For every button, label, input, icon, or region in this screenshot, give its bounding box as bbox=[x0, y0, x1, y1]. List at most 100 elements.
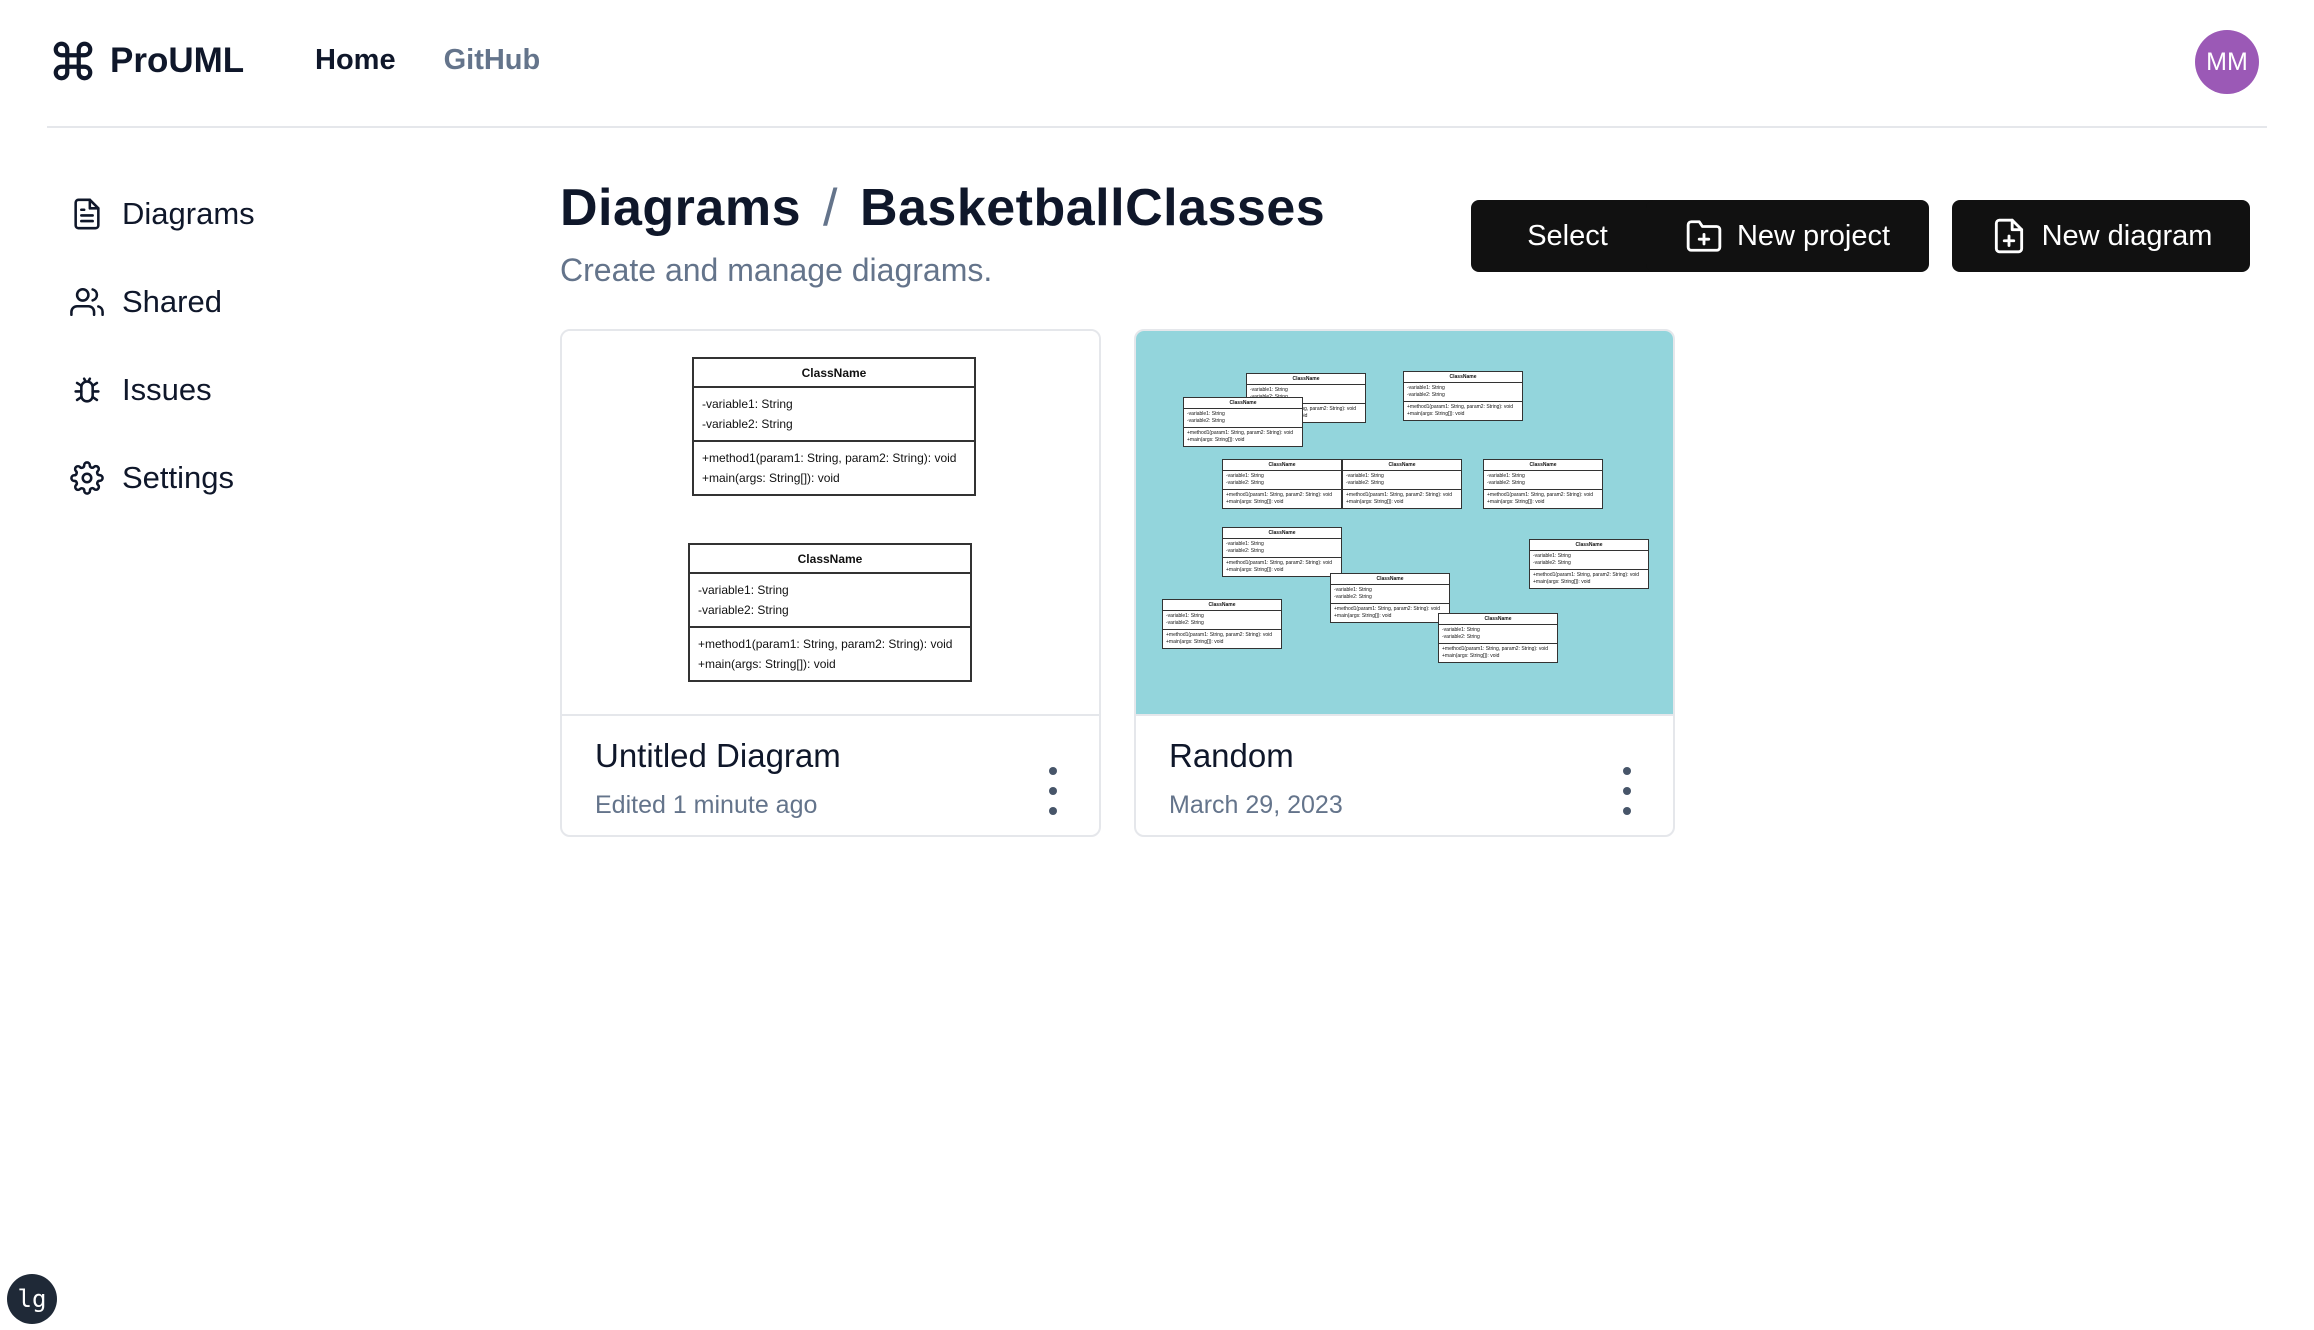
uml-class-name: ClassName bbox=[1184, 398, 1302, 409]
new-diagram-label: New diagram bbox=[2041, 219, 2213, 252]
uml-method: +main(args: String[]): void bbox=[1407, 411, 1465, 417]
new-project-button[interactable]: New project bbox=[1646, 200, 1929, 272]
uml-attributes: -variable1: String-variable2: String bbox=[1404, 383, 1522, 402]
uml-attributes: -variable1: String-variable2: String bbox=[1484, 471, 1602, 490]
uml-method: +method1(param1: String, param2: String)… bbox=[702, 451, 957, 465]
new-diagram-button[interactable]: New diagram bbox=[1952, 200, 2250, 272]
brand[interactable]: ProUML bbox=[50, 38, 244, 84]
page-subtitle: Create and manage diagrams. bbox=[560, 252, 993, 288]
uml-methods: +method1(param1: String, param2: String)… bbox=[1439, 644, 1557, 662]
uml-attribute: -variable1: String bbox=[1334, 587, 1372, 593]
sidebar-item-label: Shared bbox=[122, 284, 222, 319]
uml-class-box: ClassName -variable1: String-variable2: … bbox=[1403, 371, 1523, 421]
uml-method: +main(args: String[]): void bbox=[1442, 653, 1500, 659]
uml-attributes: -variable1: String-variable2: String bbox=[1223, 539, 1341, 558]
uml-attribute: -variable2: String bbox=[1166, 620, 1204, 626]
uml-attributes: -variable1: String-variable2: String bbox=[1184, 409, 1302, 428]
avatar[interactable]: MM bbox=[2195, 30, 2259, 94]
uml-class-box: ClassName -variable1: String-variable2: … bbox=[1222, 459, 1342, 509]
uml-method: +main(args: String[]): void bbox=[702, 471, 840, 485]
uml-class-name: ClassName bbox=[1247, 374, 1365, 385]
uml-class-box: ClassName -variable1: String-variable2: … bbox=[1183, 397, 1303, 447]
diagram-thumbnail: ClassName -variable1: String -variable2:… bbox=[562, 331, 1099, 716]
uml-method: +main(args: String[]): void bbox=[1166, 639, 1224, 645]
nav-home-link[interactable]: Home bbox=[315, 44, 396, 77]
uml-method: +method1(param1: String, param2: String)… bbox=[1487, 492, 1594, 498]
command-icon bbox=[53, 41, 93, 81]
uml-method: +method1(param1: String, param2: String)… bbox=[1334, 606, 1441, 612]
uml-attributes: -variable1: String-variable2: String bbox=[1439, 625, 1557, 644]
uml-attribute: -variable1: String bbox=[1487, 473, 1525, 479]
select-button[interactable]: Select bbox=[1471, 200, 1664, 272]
uml-attribute: -variable1: String bbox=[1407, 385, 1445, 391]
breadcrumb-root[interactable]: Diagrams bbox=[560, 178, 801, 238]
uml-class-name: ClassName bbox=[1484, 460, 1602, 471]
uml-methods: +method1(param1: String, param2: String)… bbox=[1484, 490, 1602, 508]
sidebar-item-diagrams[interactable]: Diagrams bbox=[70, 190, 430, 238]
uml-class-box: ClassName -variable1: String-variable2: … bbox=[1330, 573, 1450, 623]
sidebar-item-label: Settings bbox=[122, 460, 235, 495]
diagram-meta: Edited 1 minute ago bbox=[595, 791, 818, 819]
page-title: Diagrams / BasketballClasses bbox=[560, 178, 1325, 238]
uml-method: +method1(param1: String, param2: String)… bbox=[698, 637, 953, 651]
uml-class-box: ClassName -variable1: String-variable2: … bbox=[1529, 539, 1649, 589]
uml-attribute: -variable1: String bbox=[1346, 473, 1384, 479]
uml-attribute: -variable1: String bbox=[1442, 627, 1480, 633]
diagram-title[interactable]: Untitled Diagram bbox=[595, 737, 841, 775]
uml-method: +method1(param1: String, param2: String)… bbox=[1226, 492, 1333, 498]
uml-methods: +method1(param1: String, param2: String)… bbox=[1163, 630, 1281, 648]
sidebar-item-issues[interactable]: Issues bbox=[70, 366, 430, 414]
diagram-thumbnail: ClassName -variable1: String-variable2: … bbox=[1136, 331, 1673, 716]
uml-attribute: -variable1: String bbox=[1187, 411, 1225, 417]
file-plus-icon bbox=[1994, 218, 2023, 254]
sidebar-item-settings[interactable]: Settings bbox=[70, 454, 430, 502]
uml-methods: +method1(param1: String, param2: String)… bbox=[690, 628, 970, 680]
uml-class-box: ClassName -variable1: String-variable2: … bbox=[1222, 527, 1342, 577]
uml-methods: +method1(param1: String, param2: String)… bbox=[1223, 490, 1341, 508]
uml-method: +method1(param1: String, param2: String)… bbox=[1442, 646, 1549, 652]
uml-class-name: ClassName bbox=[1223, 528, 1341, 539]
uml-method: +main(args: String[]): void bbox=[1487, 499, 1545, 505]
uml-attribute: -variable1: String bbox=[1166, 613, 1204, 619]
uml-class-name: ClassName bbox=[1404, 372, 1522, 383]
uml-attribute: -variable1: String bbox=[1226, 473, 1264, 479]
uml-methods: +method1(param1: String, param2: String)… bbox=[1184, 428, 1302, 446]
sidebar-item-shared[interactable]: Shared bbox=[70, 278, 430, 326]
diagram-card[interactable]: ClassName -variable1: String-variable2: … bbox=[1134, 329, 1675, 837]
uml-methods: +method1(param1: String, param2: String)… bbox=[1331, 604, 1449, 622]
uml-attribute: -variable1: String bbox=[702, 397, 793, 411]
uml-attributes: -variable1: String -variable2: String bbox=[694, 388, 974, 442]
bug-icon bbox=[74, 377, 100, 403]
diagram-title[interactable]: Random bbox=[1169, 737, 1294, 775]
uml-class-name: ClassName bbox=[1223, 460, 1341, 471]
uml-method: +method1(param1: String, param2: String)… bbox=[1407, 404, 1514, 410]
more-options-icon[interactable] bbox=[1043, 767, 1063, 815]
uml-attributes: -variable1: String-variable2: String bbox=[1223, 471, 1341, 490]
uml-class-name: ClassName bbox=[694, 359, 974, 388]
diagram-meta: March 29, 2023 bbox=[1169, 791, 1343, 819]
uml-method: +main(args: String[]): void bbox=[1187, 437, 1245, 443]
uml-class-name: ClassName bbox=[1331, 574, 1449, 585]
uml-method: +method1(param1: String, param2: String)… bbox=[1346, 492, 1453, 498]
select-button-label: Select bbox=[1527, 219, 1608, 252]
uml-class-box: ClassName -variable1: String-variable2: … bbox=[1342, 459, 1462, 509]
uml-methods: +method1(param1: String, param2: String)… bbox=[1343, 490, 1461, 508]
uml-attribute: -variable2: String bbox=[698, 603, 789, 617]
file-text-icon bbox=[74, 198, 100, 230]
uml-method: +method1(param1: String, param2: String)… bbox=[1166, 632, 1273, 638]
breadcrumb-separator: / bbox=[823, 179, 838, 237]
uml-attribute: -variable2: String bbox=[1442, 634, 1480, 640]
more-options-icon[interactable] bbox=[1617, 767, 1637, 815]
uml-attribute: -variable2: String bbox=[1334, 594, 1372, 600]
uml-attribute: -variable1: String bbox=[1250, 387, 1288, 393]
uml-attribute: -variable1: String bbox=[698, 583, 789, 597]
sidebar-item-label: Diagrams bbox=[122, 196, 255, 231]
nav-github-link[interactable]: GitHub bbox=[444, 44, 541, 77]
breadcrumb-current: BasketballClasses bbox=[859, 179, 1326, 237]
diagram-card[interactable]: ClassName -variable1: String -variable2:… bbox=[560, 329, 1101, 837]
uml-attribute: -variable2: String bbox=[1187, 418, 1225, 424]
uml-class-name: ClassName bbox=[690, 545, 970, 574]
uml-method: +main(args: String[]): void bbox=[698, 657, 836, 671]
uml-attribute: -variable2: String bbox=[1407, 392, 1445, 398]
uml-attributes: -variable1: String-variable2: String bbox=[1530, 551, 1648, 570]
